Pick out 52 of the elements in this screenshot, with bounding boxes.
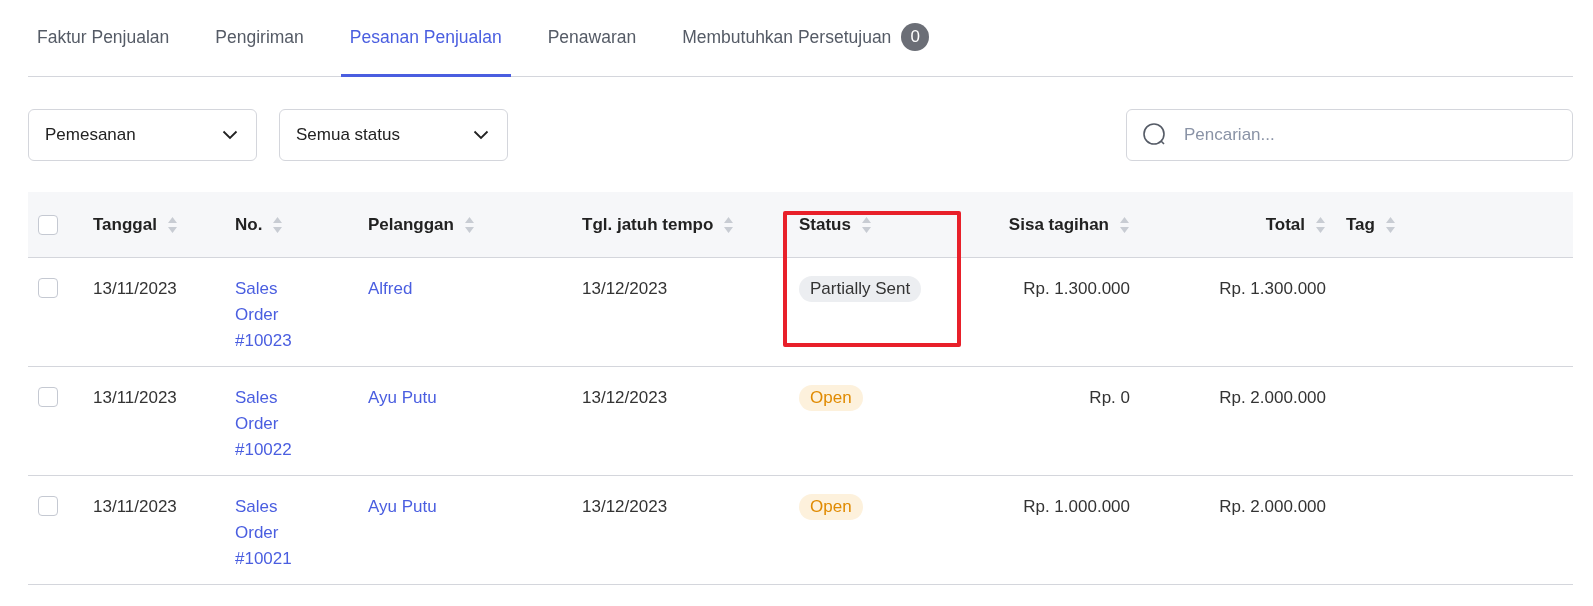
- column-header: Sisa tagihan: [1008, 214, 1109, 235]
- order-link[interactable]: Sales Order #10022: [235, 385, 315, 463]
- checkbox[interactable]: [38, 387, 58, 407]
- tab[interactable]: Penawaran: [538, 0, 646, 77]
- customer-link[interactable]: Alfred: [368, 279, 413, 298]
- sort-icon[interactable]: [1315, 215, 1326, 234]
- status-badge: Partially Sent: [799, 276, 922, 302]
- status-badge: Open: [799, 494, 863, 520]
- sort-icon[interactable]: [463, 215, 475, 234]
- chevron-down-icon: [222, 130, 238, 140]
- table-cell: Rp. 1.000.000: [1023, 497, 1130, 516]
- table-cell: Rp. 1.300.000: [1023, 279, 1130, 298]
- column-header: Pelanggan: [368, 214, 454, 235]
- table-cell: 13/11/2023: [93, 279, 177, 298]
- tab[interactable]: Pesanan Penjualan: [340, 0, 511, 77]
- table-cell: Rp. 0: [1089, 388, 1130, 407]
- table-cell: Rp. 2.000.000: [1219, 497, 1326, 516]
- table-cell: 13/11/2023: [93, 497, 177, 516]
- count-badge: 0: [901, 23, 930, 51]
- tab[interactable]: Faktur Penjualan: [28, 0, 179, 77]
- status-badge: Open: [799, 385, 863, 411]
- column-header: Tanggal: [93, 214, 157, 235]
- sort-icon[interactable]: [166, 215, 178, 234]
- sort-icon[interactable]: [860, 215, 872, 234]
- filter-dropdown[interactable]: Pemesanan: [28, 109, 257, 161]
- sort-icon[interactable]: [1119, 215, 1130, 234]
- order-link[interactable]: Sales Order #10021: [235, 494, 315, 572]
- customer-link[interactable]: Ayu Putu: [368, 497, 437, 516]
- checkbox[interactable]: [38, 278, 58, 298]
- tab[interactable]: Membutuhkan Persetujuan 0: [673, 0, 939, 77]
- column-header: Status: [799, 214, 851, 235]
- sort-icon[interactable]: [1384, 215, 1396, 234]
- checkbox[interactable]: [38, 496, 58, 516]
- sort-icon[interactable]: [723, 215, 735, 234]
- checkbox[interactable]: [38, 214, 58, 235]
- table-cell: 13/12/2023: [582, 497, 668, 516]
- table-cell: 13/12/2023: [582, 388, 668, 407]
- table-cell: 13/11/2023: [93, 388, 177, 407]
- customer-link[interactable]: Ayu Putu: [368, 388, 437, 407]
- tab[interactable]: Pengiriman: [206, 0, 313, 77]
- sort-icon[interactable]: [272, 215, 284, 234]
- column-header: No.: [235, 214, 263, 235]
- table-cell: 13/12/2023: [582, 279, 668, 298]
- column-header: Tag: [1346, 214, 1375, 235]
- table-cell: Rp. 1.300.000: [1219, 279, 1326, 298]
- chevron-down-icon: [473, 130, 489, 140]
- column-header: Total: [1265, 214, 1305, 235]
- table-cell: Rp. 2.000.000: [1219, 388, 1326, 407]
- search-field[interactable]: Pencarian...: [1126, 109, 1573, 161]
- filter-dropdown[interactable]: Semua status: [279, 109, 508, 161]
- column-header: Tgl. jatuh tempo: [582, 214, 714, 235]
- order-link[interactable]: Sales Order #10023: [235, 276, 315, 354]
